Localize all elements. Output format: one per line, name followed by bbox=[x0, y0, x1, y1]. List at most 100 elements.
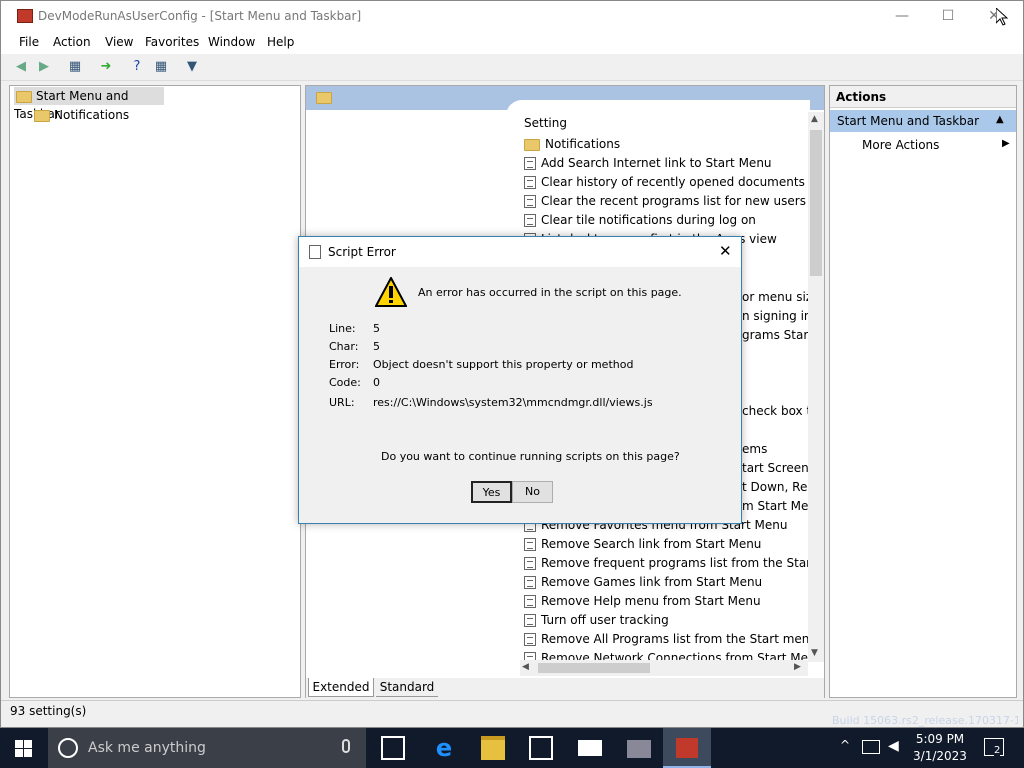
tab-extended[interactable]: Extended bbox=[308, 678, 374, 697]
clock-date[interactable]: 3/1/2023 bbox=[912, 749, 968, 763]
folder-icon bbox=[524, 138, 540, 151]
store-icon[interactable] bbox=[529, 736, 553, 760]
actions-header: Actions bbox=[830, 86, 1016, 108]
show-hide-console-tree-icon[interactable]: ▦ bbox=[65, 58, 85, 76]
policy-setting-icon bbox=[524, 176, 536, 189]
scroll-thumb[interactable] bbox=[810, 130, 822, 276]
list-item[interactable]: Clear history of recently opened documen… bbox=[524, 175, 808, 189]
dialog-close-icon[interactable]: ✕ bbox=[719, 242, 732, 260]
window-title: DevModeRunAsUserConfig - [Start Menu and… bbox=[38, 9, 362, 23]
search-placeholder: Ask me anything bbox=[88, 740, 206, 756]
mail-icon[interactable] bbox=[578, 740, 602, 756]
taskbar-search-box[interactable]: Ask me anything bbox=[48, 728, 366, 768]
back-arrow-icon[interactable]: ◀ bbox=[11, 58, 31, 76]
page-icon bbox=[309, 245, 321, 259]
app-icon bbox=[17, 9, 33, 23]
hscroll-thumb[interactable] bbox=[538, 663, 650, 673]
column-header-setting[interactable]: Setting bbox=[524, 116, 808, 130]
actions-section-start-menu[interactable]: Start Menu and Taskbar ▲ bbox=[830, 110, 1016, 132]
file-explorer-icon[interactable] bbox=[481, 736, 505, 760]
maximize-button[interactable]: ☐ bbox=[933, 5, 963, 27]
build-watermark: Build 15063.rs2_release.170317-1834 bbox=[832, 714, 1018, 727]
show-hide-action-pane-icon[interactable]: ▦ bbox=[151, 58, 171, 76]
horizontal-scrollbar[interactable]: ◀ ▶ bbox=[520, 660, 808, 676]
field-value-char: 5 bbox=[373, 340, 380, 353]
policy-setting-icon bbox=[524, 576, 536, 589]
help-icon[interactable]: ? bbox=[127, 58, 147, 76]
scroll-down-icon[interactable]: ▼ bbox=[811, 648, 818, 658]
folder-icon bbox=[316, 92, 332, 104]
list-item[interactable]: Add Search Internet link to Start Menu bbox=[524, 156, 808, 170]
minimize-button[interactable]: — bbox=[887, 5, 917, 27]
list-item-partial[interactable]: t Down, Rest bbox=[742, 480, 818, 494]
policy-setting-icon bbox=[524, 614, 536, 627]
list-item[interactable]: Remove Search link from Start Menu bbox=[524, 537, 808, 551]
action-center-icon[interactable]: 2 bbox=[984, 738, 1004, 756]
list-item[interactable]: Clear tile notifications during log on bbox=[524, 213, 808, 227]
field-value-error: Object doesn't support this property or … bbox=[373, 358, 634, 371]
list-item[interactable]: Turn off user tracking bbox=[524, 613, 808, 627]
scroll-right-icon[interactable]: ▶ bbox=[794, 662, 801, 672]
menu-window[interactable]: Window bbox=[208, 35, 255, 49]
menu-file[interactable]: File bbox=[19, 35, 39, 49]
policy-setting-icon bbox=[524, 595, 536, 608]
folder-icon bbox=[16, 90, 32, 103]
no-button[interactable]: No bbox=[512, 481, 553, 503]
list-item-partial[interactable]: m Start Men bbox=[742, 499, 816, 513]
clock-time[interactable]: 5:09 PM bbox=[912, 732, 968, 746]
scroll-up-icon[interactable]: ▲ bbox=[811, 114, 818, 124]
collapse-icon[interactable]: ▲ bbox=[996, 114, 1004, 125]
list-item[interactable]: Remove Help menu from Start Menu bbox=[524, 594, 808, 608]
tab-standard[interactable]: Standard bbox=[376, 678, 438, 697]
list-item-partial[interactable]: n signing in bbox=[742, 309, 812, 323]
list-item[interactable]: Clear the recent programs list for new u… bbox=[524, 194, 808, 208]
menu-favorites[interactable]: Favorites bbox=[145, 35, 199, 49]
network-icon[interactable] bbox=[862, 740, 880, 754]
menu-action[interactable]: Action bbox=[53, 35, 91, 49]
windows-start-icon[interactable] bbox=[15, 740, 32, 757]
toolbar: ◀ ▶ ▦ ➜ ? ▦ ▼ bbox=[1, 54, 1023, 81]
volume-icon[interactable]: ◀ bbox=[888, 738, 899, 754]
edge-icon[interactable]: e bbox=[432, 736, 456, 760]
policy-setting-icon bbox=[524, 195, 536, 208]
warning-icon bbox=[375, 277, 407, 307]
list-item[interactable]: Remove All Programs list from the Start … bbox=[524, 632, 808, 646]
actions-section-label: Start Menu and Taskbar bbox=[837, 114, 980, 128]
list-item[interactable]: Remove frequent programs list from the S… bbox=[524, 556, 808, 570]
field-label-code: Code: bbox=[329, 376, 361, 389]
tree-node-notifications[interactable]: Notifications bbox=[34, 106, 129, 124]
tree-node-start-menu[interactable]: Start Menu and Taskbar bbox=[14, 87, 164, 121]
notification-count: 2 bbox=[994, 745, 1001, 756]
list-item-partial[interactable]: tart Screen bbox=[742, 461, 809, 475]
dialog-title-bar[interactable]: Script Error ✕ bbox=[299, 237, 741, 267]
list-item-partial[interactable]: ems bbox=[742, 442, 767, 456]
menu-view[interactable]: View bbox=[105, 35, 133, 49]
filter-icon[interactable]: ▼ bbox=[182, 58, 202, 76]
yes-button[interactable]: Yes bbox=[471, 481, 512, 503]
show-hidden-icons[interactable]: ^ bbox=[840, 738, 850, 752]
field-label-char: Char: bbox=[329, 340, 359, 353]
continue-question: Do you want to continue running scripts … bbox=[381, 450, 680, 463]
list-item[interactable]: Remove Games link from Start Menu bbox=[524, 575, 808, 589]
more-actions-item[interactable]: More Actions ▶ bbox=[862, 138, 1012, 152]
title-bar[interactable]: DevModeRunAsUserConfig - [Start Menu and… bbox=[1, 1, 1023, 32]
server-manager-icon[interactable] bbox=[627, 740, 651, 758]
list-item[interactable]: Notifications bbox=[524, 137, 808, 151]
forward-arrow-icon[interactable]: ▶ bbox=[34, 58, 54, 76]
list-item-partial[interactable]: grams Start bbox=[742, 328, 813, 342]
field-label-line: Line: bbox=[329, 322, 356, 335]
scroll-left-icon[interactable]: ◀ bbox=[522, 662, 529, 672]
policy-setting-icon bbox=[524, 538, 536, 551]
policy-setting-icon bbox=[524, 652, 536, 660]
more-actions-label: More Actions bbox=[862, 138, 940, 152]
list-item[interactable]: Remove Network Connections from Start Me… bbox=[524, 651, 808, 660]
mmc-icon bbox=[676, 738, 698, 758]
task-view-icon[interactable] bbox=[381, 736, 405, 760]
menu-help[interactable]: Help bbox=[267, 35, 294, 49]
vertical-scrollbar[interactable]: ▲ ▼ bbox=[808, 112, 824, 662]
field-value-line: 5 bbox=[373, 322, 380, 335]
export-list-icon[interactable]: ➜ bbox=[96, 58, 116, 76]
taskbar: Ask me anything e ^ ◀ 5:09 PM 3/1/2023 2 bbox=[0, 728, 1024, 768]
mmc-taskbar-button[interactable] bbox=[663, 728, 711, 768]
microphone-icon[interactable] bbox=[342, 739, 350, 753]
